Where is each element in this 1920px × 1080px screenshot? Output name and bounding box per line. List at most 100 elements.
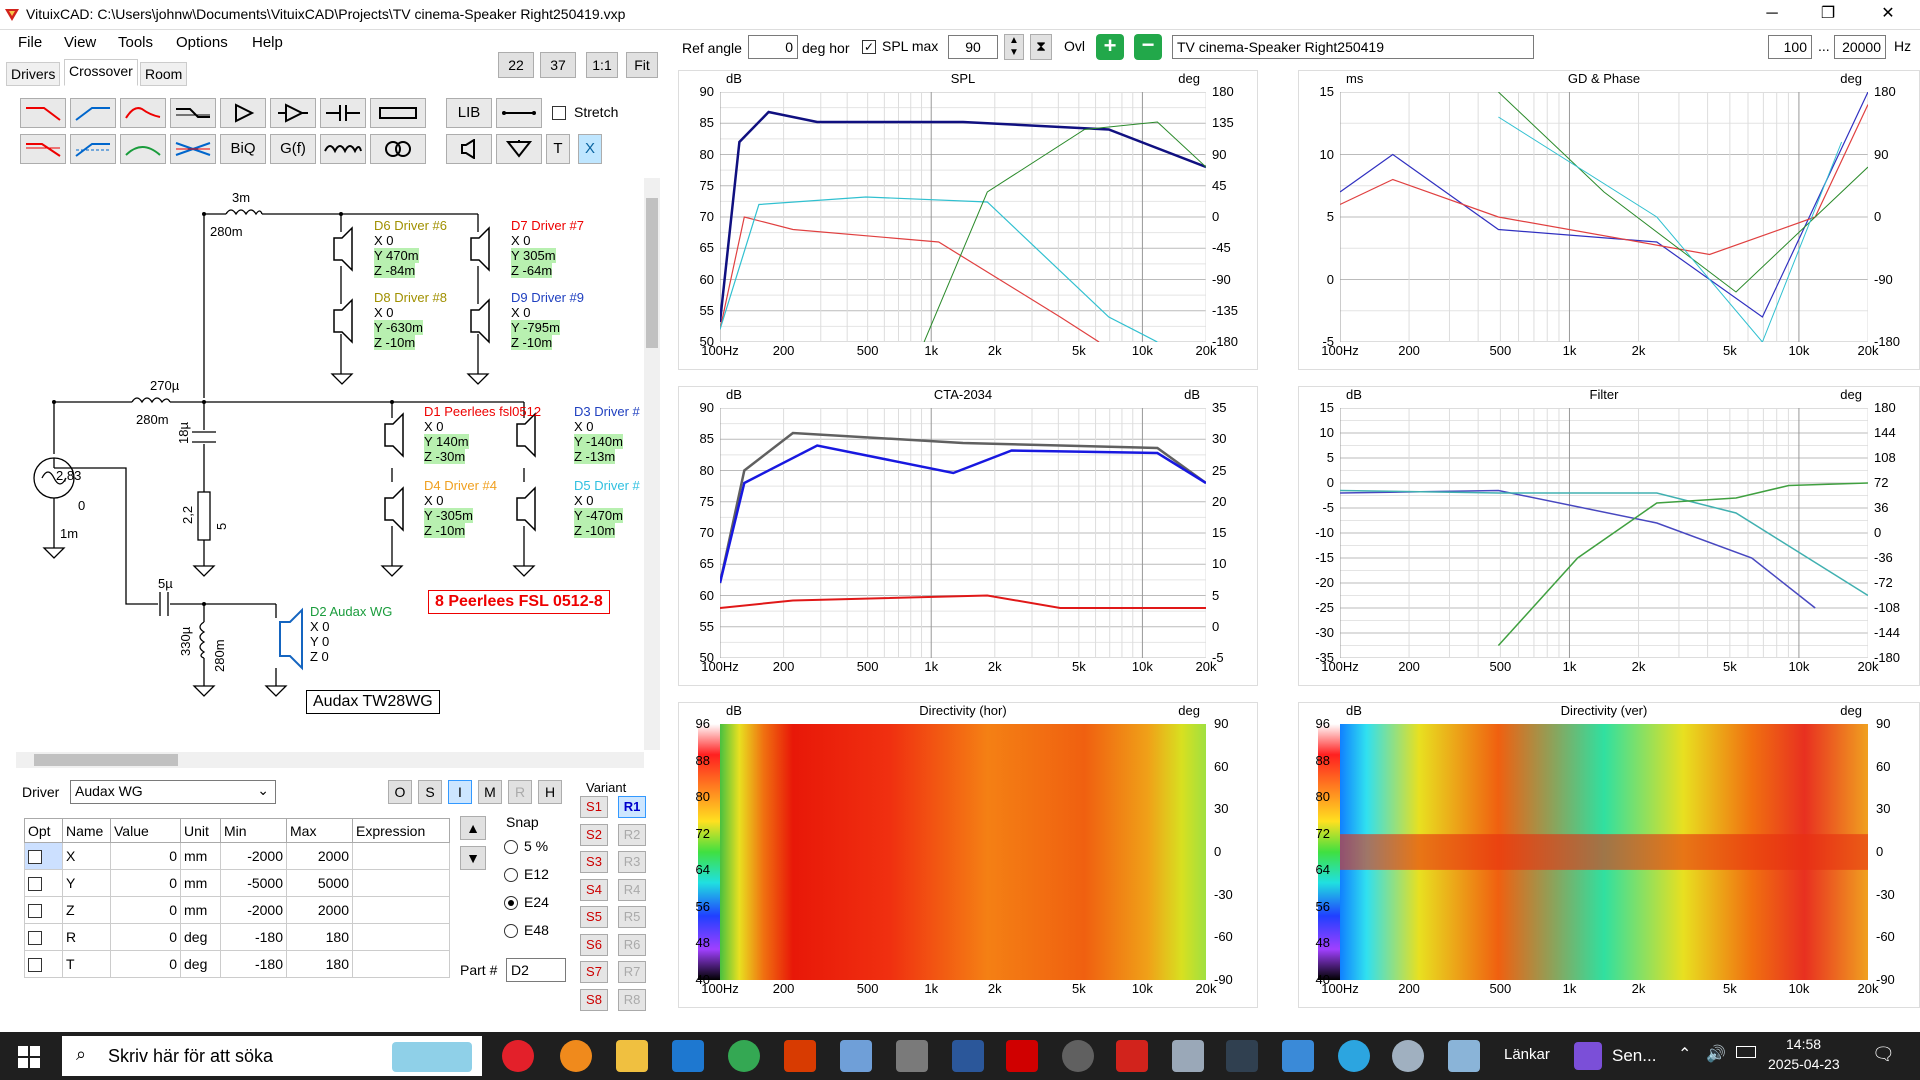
driver-tool[interactable] [446, 134, 492, 164]
chrome-icon[interactable] [728, 1040, 760, 1072]
opt-checkbox[interactable] [28, 904, 42, 919]
app-icon[interactable] [1062, 1040, 1094, 1072]
zoom-37-button[interactable]: 37 [540, 52, 576, 78]
driver-h-button[interactable]: H [538, 780, 562, 804]
param-expression[interactable] [352, 896, 450, 924]
param-min[interactable]: -180 [220, 950, 287, 978]
l1-value[interactable]: 3m [232, 190, 250, 205]
tab-room[interactable]: Room [140, 62, 188, 86]
d2-name[interactable]: D2 Audax WG [310, 604, 392, 619]
text-tool[interactable]: T [546, 134, 570, 164]
param-value[interactable]: 0 [110, 842, 181, 870]
tab-crossover[interactable]: Crossover [64, 59, 138, 86]
variant-s3[interactable]: S3 [580, 851, 608, 873]
plot-area-dv[interactable] [1340, 724, 1868, 980]
variant-s2[interactable]: S2 [580, 823, 608, 846]
delete-tool[interactable]: X [578, 134, 602, 164]
param-min[interactable]: -2000 [220, 842, 287, 870]
plot-area-filter[interactable] [1340, 408, 1868, 658]
close-button[interactable]: ✕ [1860, 0, 1916, 30]
driver-r-button[interactable]: R [508, 780, 532, 804]
ground-tool[interactable] [496, 134, 542, 164]
zoom-1to1-button[interactable]: 1:1 [586, 52, 618, 78]
freq-min-input[interactable]: 100 [1768, 35, 1812, 59]
note-peerless[interactable]: 8 Peerlees FSL 0512-8 [428, 590, 610, 614]
remote-desktop-icon[interactable] [840, 1040, 872, 1072]
d1-name[interactable]: D1 Peerlees fsl0512 [424, 404, 541, 419]
c2-value[interactable]: 5µ [158, 576, 173, 591]
snap-option-e24[interactable]: E24 [504, 894, 549, 911]
menu-help[interactable]: Help [252, 34, 283, 51]
word-icon[interactable] [952, 1040, 984, 1072]
param-expression[interactable] [352, 923, 450, 951]
telegram-icon[interactable] [1338, 1040, 1370, 1072]
move-up-button[interactable]: ▲ [460, 816, 486, 840]
param-min[interactable]: -5000 [220, 869, 287, 897]
inductor-tool[interactable] [320, 134, 366, 164]
clock-time[interactable]: 14:58 [1786, 1036, 1821, 1052]
param-value[interactable]: 0 [110, 869, 181, 897]
param-value[interactable]: 0 [110, 950, 181, 978]
mail-icon[interactable] [672, 1040, 704, 1072]
snap-option-5pct[interactable]: 5 % [504, 838, 548, 855]
app2-icon[interactable] [1172, 1040, 1204, 1072]
tray-chevron-icon[interactable]: ⌃ [1678, 1044, 1691, 1064]
highpass-tool[interactable] [70, 98, 116, 128]
c1-value[interactable]: 18µ [176, 422, 191, 444]
acrobat-icon[interactable] [1006, 1040, 1038, 1072]
opt-checkbox[interactable] [28, 850, 42, 865]
l1-resistance[interactable]: 280m [210, 224, 243, 239]
plot-area-gd[interactable] [1340, 92, 1868, 342]
opt-checkbox[interactable] [28, 958, 42, 973]
vituixcad-taskbar-icon[interactable] [1116, 1040, 1148, 1072]
clock-date[interactable]: 2025-04-23 [1768, 1056, 1840, 1072]
param-max[interactable]: 2000 [286, 896, 353, 924]
windows-start-icon[interactable] [18, 1046, 40, 1068]
buffer-tool[interactable] [220, 98, 266, 128]
move-down-button[interactable]: ▼ [460, 846, 486, 870]
param-max[interactable]: 2000 [286, 842, 353, 870]
volume-icon[interactable]: 🔊 [1706, 1044, 1726, 1064]
l2-resistance[interactable]: 280m [136, 412, 169, 427]
l3-value[interactable]: 330µ [178, 627, 193, 656]
d9-name[interactable]: D9 Driver #9 [511, 290, 584, 305]
table-row[interactable]: Z 0 mm -2000 2000 [24, 896, 450, 924]
highpass2-tool[interactable] [70, 134, 116, 164]
schematic-vscrollbar[interactable] [644, 178, 660, 750]
variant-r1[interactable]: R1 [618, 796, 646, 818]
variant-r4[interactable]: R4 [618, 878, 646, 901]
resistor-tool[interactable] [370, 98, 426, 128]
app-label[interactable]: Sen... [1612, 1046, 1656, 1066]
variant-r5[interactable]: R5 [618, 906, 646, 928]
minimize-button[interactable]: ─ [1744, 0, 1800, 30]
d3-name[interactable]: D3 Driver # [574, 404, 640, 419]
r1-value[interactable]: 2,2 [180, 506, 195, 524]
plot-area-cta[interactable] [720, 408, 1206, 658]
tab-drivers[interactable]: Drivers [6, 62, 61, 86]
source-resistance[interactable]: 1m [60, 526, 78, 541]
stretch-checkbox[interactable] [552, 106, 566, 120]
photos-icon[interactable] [1282, 1040, 1314, 1072]
hscroll-thumb[interactable] [34, 754, 178, 766]
variant-s5[interactable]: S5 [580, 906, 608, 928]
param-expression[interactable] [352, 869, 450, 897]
driver-s-button[interactable]: S [418, 780, 442, 804]
freq-max-input[interactable]: 20000 [1834, 35, 1886, 59]
schematic-hscrollbar[interactable] [16, 752, 644, 768]
variant-s8[interactable]: S8 [580, 988, 608, 1011]
variant-s7[interactable]: S7 [580, 961, 608, 983]
spl-auto-button[interactable]: ⧗ [1030, 34, 1052, 60]
variant-r2[interactable]: R2 [618, 823, 646, 846]
plot-area-spl[interactable] [720, 92, 1206, 342]
add-overlay-button[interactable]: + [1096, 34, 1124, 60]
param-max[interactable]: 5000 [286, 869, 353, 897]
param-expression[interactable] [352, 950, 450, 978]
opera-icon[interactable] [502, 1040, 534, 1072]
l3-resistance[interactable]: 280m [212, 639, 227, 672]
variant-r3[interactable]: R3 [618, 851, 646, 873]
transformer-tool[interactable] [370, 134, 426, 164]
note-audax[interactable]: Audax TW28WG [306, 690, 440, 714]
app3-icon[interactable] [1392, 1040, 1424, 1072]
source-phase[interactable]: 0 [78, 498, 85, 513]
d8-name[interactable]: D8 Driver #8 [374, 290, 447, 305]
